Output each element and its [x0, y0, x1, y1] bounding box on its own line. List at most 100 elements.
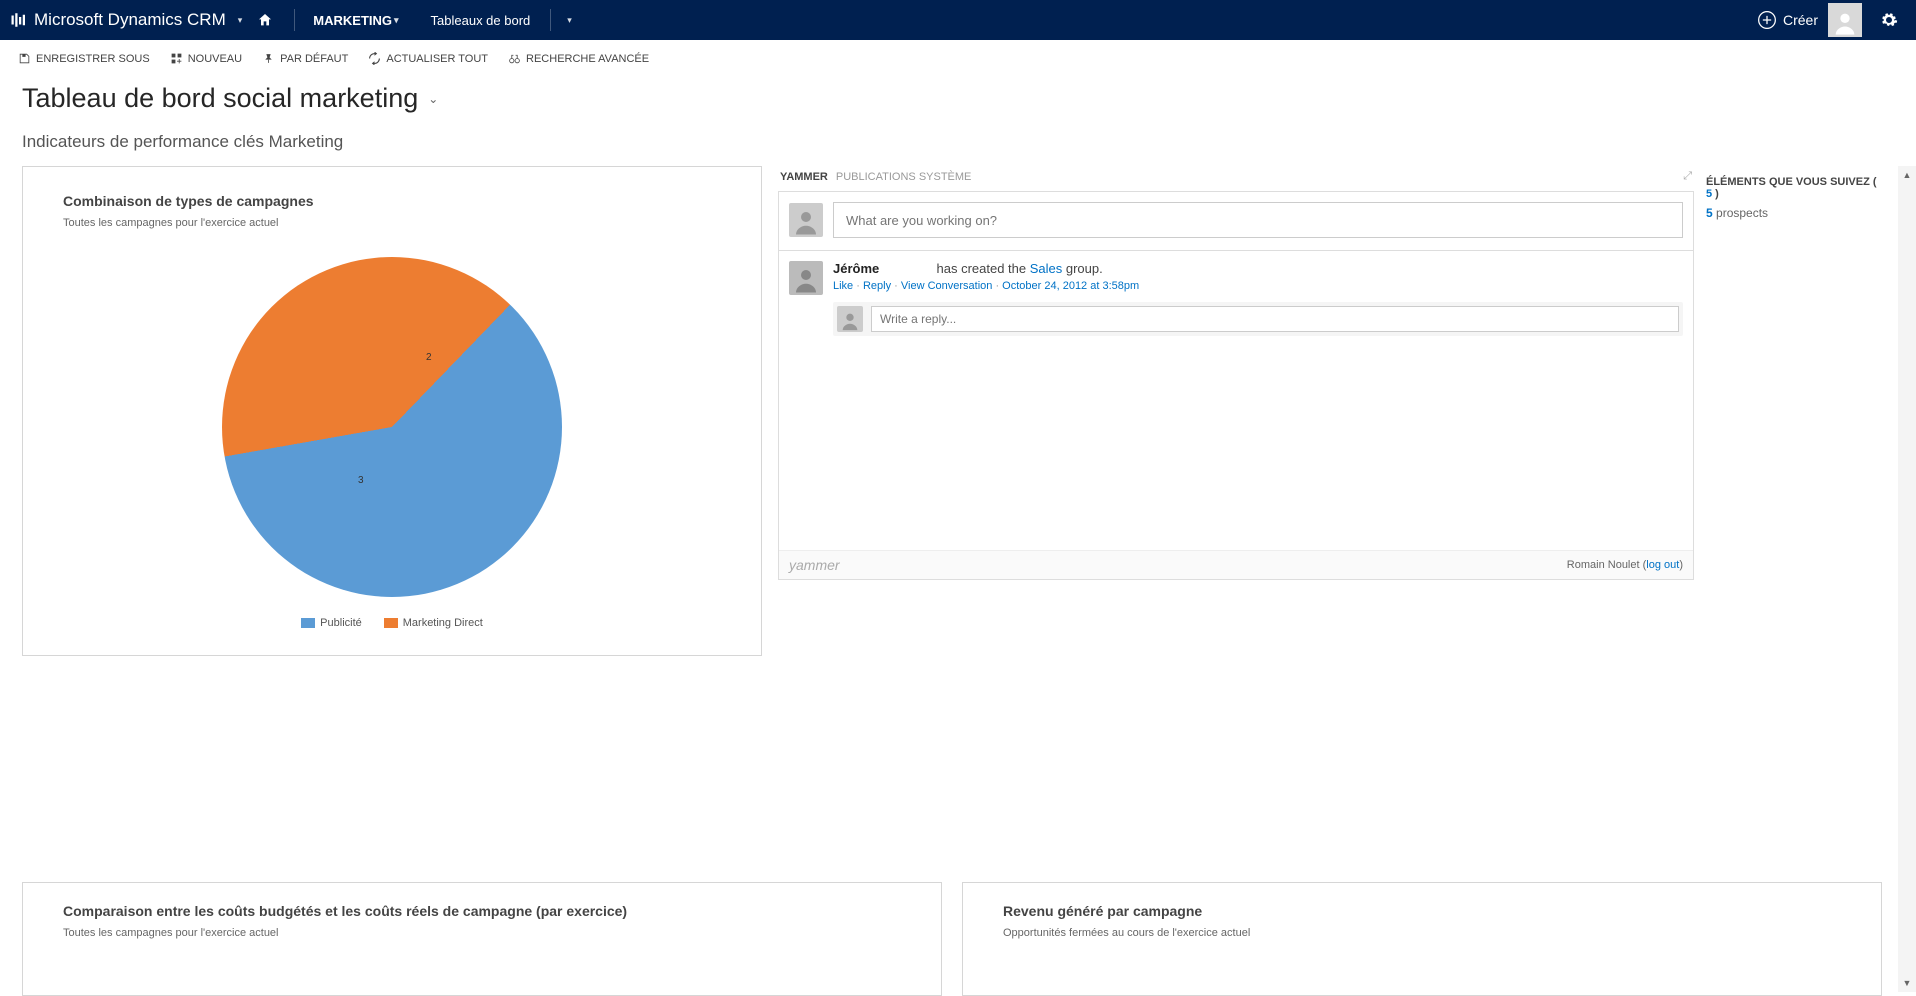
scroll-down-icon[interactable]: ▼	[1898, 974, 1916, 992]
pie-chart-container: 23 Publicité Marketing Direct	[63, 245, 721, 629]
pie-chart: 23	[222, 257, 562, 597]
legend-item[interactable]: Marketing Direct	[384, 617, 483, 629]
followed-line-count: 5	[1706, 206, 1713, 220]
dashboard-body: Combinaison de types de campagnes Toutes…	[0, 156, 1916, 992]
post-like-link[interactable]: Like	[833, 280, 853, 292]
nav-sub[interactable]: Tableaux de bord	[425, 13, 537, 28]
yammer-footer-user: Romain Noulet (log out)	[1567, 559, 1683, 571]
page-header: Tableau de bord social marketing ⌄ Indic…	[0, 73, 1916, 156]
user-avatar[interactable]	[1828, 3, 1862, 37]
main-columns: Combinaison de types de campagnes Toutes…	[22, 166, 1698, 992]
yammer-footer-brand: yammer	[789, 557, 840, 573]
new-icon	[170, 52, 183, 65]
yammer-footer-username: Romain Noulet	[1567, 559, 1640, 571]
followed-line[interactable]: 5 prospects	[1706, 206, 1882, 220]
nav-area[interactable]: MARKETING ▾	[307, 13, 404, 28]
post-reply-link[interactable]: Reply	[863, 280, 891, 292]
nav-separator	[294, 9, 295, 31]
cmd-adv-find-label: RECHERCHE AVANCÉE	[526, 53, 649, 65]
legend-swatch	[384, 618, 398, 628]
reply-input[interactable]	[871, 306, 1679, 332]
legend-item[interactable]: Publicité	[301, 617, 362, 629]
post-meta: Like · Reply · View Conversation · Octob…	[833, 280, 1683, 292]
followed-line-text: prospects	[1716, 206, 1768, 220]
brand-label[interactable]: Microsoft Dynamics CRM	[34, 10, 226, 30]
card-revenue-subtitle: Opportunités fermées au cours de l'exerc…	[1003, 927, 1841, 939]
cmd-save-as-label: ENREGISTRER SOUS	[36, 53, 150, 65]
followed-count[interactable]: 5	[1706, 188, 1712, 200]
chart-legend: Publicité Marketing Direct	[301, 617, 483, 629]
vertical-scrollbar[interactable]: ▲ ▼	[1898, 166, 1916, 992]
expand-icon[interactable]: ⤢	[1683, 170, 1692, 183]
create-label: Créer	[1783, 12, 1818, 28]
crm-logo-icon	[10, 11, 28, 29]
card-campaign-types: Combinaison de types de campagnes Toutes…	[22, 166, 762, 656]
save-as-icon	[18, 52, 31, 65]
navbar-left: Microsoft Dynamics CRM ▾ MARKETING ▾ Tab…	[10, 9, 572, 31]
nav-separator-2	[550, 9, 551, 31]
yammer-footer: yammer Romain Noulet (log out)	[779, 550, 1693, 579]
card-pie-subtitle: Toutes les campagnes pour l'exercice act…	[63, 217, 721, 229]
right-column: ÉLÉMENTS QUE VOUS SUIVEZ ( 5 ) 5 prospec…	[1698, 166, 1898, 992]
nav-sub-caret-icon[interactable]: ▾	[567, 15, 572, 26]
refresh-icon	[368, 52, 381, 65]
card-revenue-title: Revenu généré par campagne	[1003, 903, 1841, 919]
legend-swatch	[301, 618, 315, 628]
gear-icon	[1880, 11, 1898, 29]
cmd-default[interactable]: PAR DÉFAUT	[262, 52, 348, 65]
reply-row	[833, 302, 1683, 336]
post-author[interactable]: Jérôme	[833, 261, 879, 276]
reply-avatar	[837, 306, 863, 332]
command-bar: ENREGISTRER SOUS NOUVEAU PAR DÉFAUT ACTU…	[0, 40, 1916, 73]
yammer-tabs-row: YAMMER PUBLICATIONS SYSTÈME ⤢	[778, 166, 1694, 191]
middle-column: YAMMER PUBLICATIONS SYSTÈME ⤢	[778, 166, 1694, 992]
page-title-text: Tableau de bord social marketing	[22, 83, 418, 114]
page-title[interactable]: Tableau de bord social marketing ⌄	[22, 83, 1894, 114]
pin-icon	[262, 52, 275, 65]
card-costs-title: Comparaison entre les coûts budgétés et …	[63, 903, 901, 919]
card-costs-subtitle: Toutes les campagnes pour l'exercice act…	[63, 927, 901, 939]
cmd-refresh-label: ACTUALISER TOUT	[386, 53, 488, 65]
scroll-up-icon[interactable]: ▲	[1898, 166, 1916, 184]
card-costs: Comparaison entre les coûts budgétés et …	[22, 882, 942, 996]
yammer-tab-active[interactable]: YAMMER	[780, 171, 828, 183]
nav-sub-label: Tableaux de bord	[431, 13, 531, 28]
left-column: Combinaison de types de campagnes Toutes…	[22, 166, 762, 992]
home-icon[interactable]	[254, 9, 276, 31]
cmd-new-label: NOUVEAU	[188, 53, 242, 65]
post-link-sales[interactable]: Sales	[1030, 261, 1063, 276]
post-avatar	[789, 261, 823, 295]
cmd-save-as[interactable]: ENREGISTRER SOUS	[18, 52, 150, 65]
yammer-tab-system[interactable]: PUBLICATIONS SYSTÈME	[836, 171, 972, 183]
post-body: Jérôme has created the Sales group. Like…	[833, 261, 1683, 336]
post-text-suffix: group.	[1062, 261, 1102, 276]
navbar-right: Créer	[1757, 0, 1906, 40]
brand-caret-icon[interactable]: ▾	[238, 15, 243, 26]
cmd-default-label: PAR DÉFAUT	[280, 53, 348, 65]
section-title: Indicateurs de performance clés Marketin…	[22, 132, 1894, 152]
settings-button[interactable]	[1872, 0, 1906, 40]
cmd-adv-find[interactable]: RECHERCHE AVANCÉE	[508, 52, 649, 65]
yammer-panel: Jérôme has created the Sales group. Like…	[778, 191, 1694, 580]
legend-label: Marketing Direct	[403, 617, 483, 629]
post-text-prefix: has created the	[937, 261, 1030, 276]
followed-heading: ÉLÉMENTS QUE VOUS SUIVEZ ( 5 )	[1706, 176, 1882, 200]
create-button[interactable]: Créer	[1757, 10, 1818, 30]
card-revenue: Revenu généré par campagne Opportunités …	[962, 882, 1882, 996]
yammer-feed: Jérôme has created the Sales group. Like…	[779, 250, 1693, 550]
binoculars-icon	[508, 52, 521, 65]
legend-label: Publicité	[320, 617, 362, 629]
yammer-post: Jérôme has created the Sales group. Like…	[789, 261, 1683, 336]
nav-area-label: MARKETING	[313, 13, 392, 28]
yammer-logout-link[interactable]: log out	[1646, 559, 1679, 571]
plus-circle-icon	[1757, 10, 1777, 30]
card-pie-title: Combinaison de types de campagnes	[63, 193, 721, 209]
page-title-caret-icon[interactable]: ⌄	[428, 92, 438, 106]
followed-heading-text: ÉLÉMENTS QUE VOUS SUIVEZ	[1706, 176, 1870, 188]
cmd-new[interactable]: NOUVEAU	[170, 52, 242, 65]
yammer-compose-input[interactable]	[833, 202, 1683, 238]
cmd-refresh[interactable]: ACTUALISER TOUT	[368, 52, 488, 65]
top-navbar: Microsoft Dynamics CRM ▾ MARKETING ▾ Tab…	[0, 0, 1916, 40]
post-view-link[interactable]: View Conversation	[901, 280, 993, 292]
post-time-link[interactable]: October 24, 2012 at 3:58pm	[1002, 280, 1139, 292]
